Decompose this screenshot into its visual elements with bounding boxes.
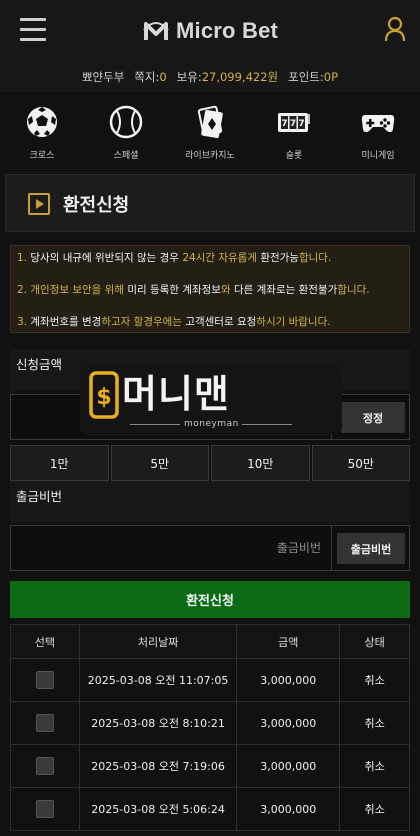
site-logo[interactable]: Micro Bet xyxy=(142,16,278,46)
status-cell: 취소 xyxy=(339,658,410,702)
svg-text:7: 7 xyxy=(281,119,287,129)
gamepad-icon xyxy=(361,115,395,133)
user-info-bar: 뾰얀두부 쪽지:0 보유:27,099,422원 포인트:0P xyxy=(0,62,420,92)
nav-item-minigame[interactable]: 미니게임 xyxy=(336,96,420,166)
slot-machine-icon: 7 7 7 xyxy=(278,113,310,132)
withdraw-password-button[interactable]: 출금비번 xyxy=(337,533,405,564)
svg-text:$: $ xyxy=(96,385,111,410)
nav-item-live-casino[interactable]: 라이브카지노 xyxy=(168,96,252,166)
quick-amount-1man-button[interactable]: 1만 xyxy=(10,445,109,481)
column-header: 상태 xyxy=(339,624,410,659)
playing-cards-icon xyxy=(197,105,223,139)
status-cell: 취소 xyxy=(339,701,410,745)
password-input-row: 출금비번 xyxy=(10,525,410,571)
user-icon[interactable] xyxy=(384,16,406,42)
baseball-icon xyxy=(109,105,143,139)
microbet-logo-icon xyxy=(143,22,169,40)
notice-line-1: 1. 당사의 내규에 위반되지 않는 경우 24시간 자유롭게 환전가능합니다. xyxy=(17,252,332,264)
table-row: 2025-03-08 오전 5:06:24 3,000,000 취소 xyxy=(10,787,410,831)
notice-line-2: 2. 개인정보 보안을 위해 미리 등록한 계좌정보와 다른 계좌로는 환전불가… xyxy=(17,284,370,296)
nav-item-special[interactable]: 스페셜 xyxy=(84,96,168,166)
top-bar: Micro Bet xyxy=(0,0,420,62)
status-cell: 취소 xyxy=(339,787,410,831)
username: 뾰얀두부 xyxy=(81,70,125,84)
date-cell: 2025-03-08 오전 11:07:05 xyxy=(78,658,238,702)
play-icon xyxy=(28,193,50,215)
status-cell: 취소 xyxy=(339,744,410,788)
phone-dollar-icon: $ xyxy=(89,371,119,419)
messages-count[interactable]: 쪽지:0 xyxy=(134,69,166,85)
table-row: 2025-03-08 오전 7:19:06 3,000,000 취소 xyxy=(10,744,410,788)
page-header: 환전신청 xyxy=(5,174,415,232)
quick-amount-row: 1만 5만 10만 50만 xyxy=(10,445,410,481)
nav-item-cross[interactable]: 크로스 xyxy=(0,96,84,166)
amount-cell: 3,000,000 xyxy=(236,701,341,745)
moneyman-watermark: $ 머니맨 moneyman xyxy=(80,365,342,435)
select-cell xyxy=(10,701,80,745)
select-cell xyxy=(10,787,80,831)
row-checkbox[interactable] xyxy=(35,714,54,732)
select-cell xyxy=(10,658,80,702)
reset-amount-button[interactable]: 정정 xyxy=(341,402,405,433)
column-header: 선택 xyxy=(10,624,80,659)
divider xyxy=(242,424,292,425)
date-cell: 2025-03-08 오전 8:10:21 xyxy=(78,701,238,745)
svg-text:7: 7 xyxy=(290,119,296,129)
quick-amount-50man-button[interactable]: 50만 xyxy=(311,445,410,481)
password-label-row: 출금비번 xyxy=(10,481,410,523)
amount-cell: 3,000,000 xyxy=(236,744,341,788)
divider xyxy=(331,526,332,570)
exchange-submit-button[interactable]: 환전신청 xyxy=(10,581,410,618)
page-title: 환전신청 xyxy=(63,195,130,216)
amount-label: 신청금액 xyxy=(16,357,63,372)
watermark-subtext: moneyman xyxy=(184,419,239,429)
amount-cell: 3,000,000 xyxy=(236,658,341,702)
notice-box: 1. 당사의 내규에 위반되지 않는 경우 24시간 자유롭게 환전가능합니다.… xyxy=(10,245,410,333)
nav-item-slot[interactable]: 7 7 7 슬롯 xyxy=(252,96,336,166)
quick-amount-5man-button[interactable]: 5만 xyxy=(110,445,209,481)
nav-label: 크로스 xyxy=(29,151,55,161)
table-header-row: 선택 처리날짜 금액 상태 xyxy=(10,624,410,659)
table-row: 2025-03-08 오전 8:10:21 3,000,000 취소 xyxy=(10,701,410,745)
row-checkbox[interactable] xyxy=(35,671,54,689)
divider xyxy=(130,424,180,425)
table-row: 2025-03-08 오전 11:07:05 3,000,000 취소 xyxy=(10,658,410,702)
balance: 보유:27,099,422원 xyxy=(176,70,279,84)
hamburger-menu-icon[interactable] xyxy=(20,18,46,41)
password-label: 출금비번 xyxy=(16,489,63,504)
date-cell: 2025-03-08 오전 7:19:06 xyxy=(78,744,238,788)
date-cell: 2025-03-08 오전 5:06:24 xyxy=(78,787,238,831)
quick-amount-10man-button[interactable]: 10만 xyxy=(211,445,310,481)
nav-label: 라이브카지노 xyxy=(185,151,235,161)
column-header: 금액 xyxy=(236,624,341,659)
svg-text:7: 7 xyxy=(298,119,304,129)
select-cell xyxy=(10,744,80,788)
row-checkbox[interactable] xyxy=(35,800,54,818)
nav-label: 슬롯 xyxy=(285,151,303,161)
game-nav: 크로스 스페셜 라이브카지노 7 7 7 슬롯 미니게임 xyxy=(0,96,420,166)
nav-label: 스페셜 xyxy=(113,151,139,161)
column-header: 처리날짜 xyxy=(78,624,238,659)
amount-cell: 3,000,000 xyxy=(236,787,341,831)
soccer-ball-icon xyxy=(27,107,57,137)
watermark-text: 머니맨 xyxy=(122,374,230,416)
exchange-history-table: 선택 처리날짜 금액 상태 2025-03-08 오전 11:07:05 3,0… xyxy=(10,624,410,831)
nav-label: 미니게임 xyxy=(361,151,395,161)
points: 포인트:0P xyxy=(288,70,339,84)
notice-line-3: 3. 계좌번호를 변경하고자 할경우에는 고객센터로 요청하시기 바랍니다. xyxy=(17,316,331,328)
row-checkbox[interactable] xyxy=(35,757,54,775)
logo-text: Micro Bet xyxy=(176,18,279,43)
withdraw-password-input[interactable] xyxy=(11,526,331,570)
